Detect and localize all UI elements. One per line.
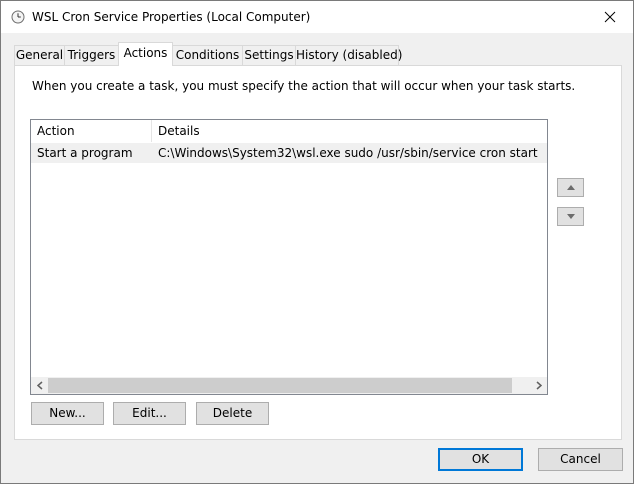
clock-icon <box>11 10 25 24</box>
ok-button[interactable]: OK <box>438 448 523 471</box>
actions-description: When you create a task, you must specify… <box>32 79 576 93</box>
tab-settings[interactable]: Settings <box>242 45 296 65</box>
tab-triggers[interactable]: Triggers <box>64 45 119 65</box>
actions-panel: When you create a task, you must specify… <box>14 65 622 440</box>
tab-history[interactable]: History (disabled) <box>295 45 402 65</box>
move-down-button[interactable] <box>557 207 584 226</box>
arrow-down-icon <box>566 214 575 219</box>
close-button[interactable] <box>587 1 633 33</box>
window-title: WSL Cron Service Properties (Local Compu… <box>32 10 311 24</box>
list-header: Action Details <box>31 120 547 142</box>
scroll-right-button[interactable] <box>530 377 547 394</box>
tab-general[interactable]: General <box>14 45 65 65</box>
row-details: C:\Windows\System32\wsl.exe sudo /usr/sb… <box>158 146 538 160</box>
chevron-right-icon <box>536 381 542 390</box>
chevron-left-icon <box>36 381 42 390</box>
cancel-button[interactable]: Cancel <box>538 448 623 471</box>
arrow-up-icon <box>566 185 575 190</box>
column-header-details[interactable]: Details <box>152 120 547 142</box>
column-header-action[interactable]: Action <box>31 120 151 142</box>
actions-list[interactable]: Action Details Start a program C:\Window… <box>30 119 548 395</box>
new-action-button[interactable]: New... <box>31 402 104 425</box>
title-bar[interactable]: WSL Cron Service Properties (Local Compu… <box>1 1 633 33</box>
edit-action-button[interactable]: Edit... <box>113 402 186 425</box>
delete-action-button[interactable]: Delete <box>196 402 269 425</box>
horizontal-scrollbar[interactable] <box>31 377 547 394</box>
close-icon <box>604 11 616 23</box>
scroll-left-button[interactable] <box>31 377 48 394</box>
tab-actions[interactable]: Actions <box>118 42 173 66</box>
list-item[interactable]: Start a program C:\Windows\System32\wsl.… <box>31 143 547 163</box>
tab-conditions[interactable]: Conditions <box>172 45 243 65</box>
move-up-button[interactable] <box>557 178 584 197</box>
row-action: Start a program <box>37 146 133 160</box>
task-properties-dialog: WSL Cron Service Properties (Local Compu… <box>0 0 634 484</box>
scrollbar-thumb[interactable] <box>48 378 512 393</box>
